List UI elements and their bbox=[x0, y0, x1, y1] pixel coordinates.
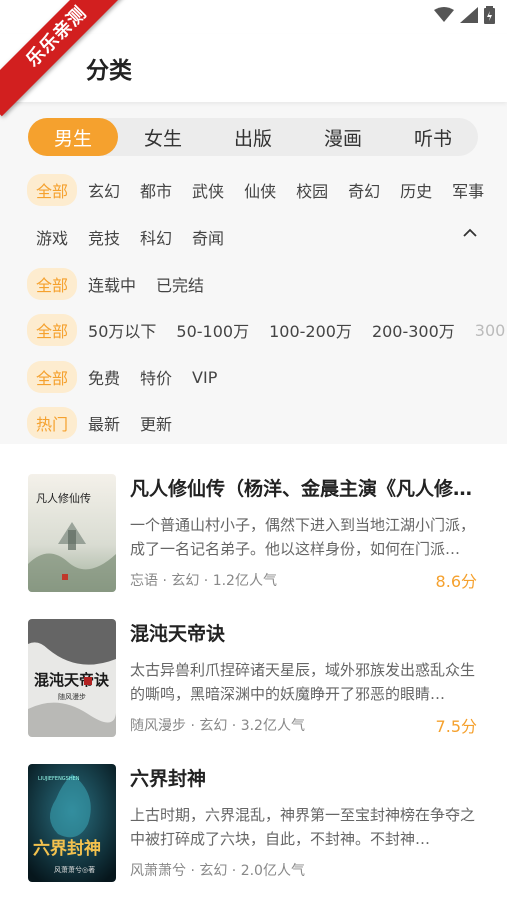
price-chip-all[interactable]: 全部 bbox=[27, 361, 78, 393]
tab-comic[interactable]: 漫画 bbox=[298, 118, 388, 156]
cover-title: 六界封神 bbox=[33, 838, 101, 859]
sort-chip[interactable]: 更新 bbox=[131, 407, 181, 439]
app-bar: 分类 bbox=[0, 34, 507, 102]
book-description: 太古异兽利爪捏碎诸天星辰，域外邪族发出惑乱众生的嘶鸣，黑暗深渊中的妖魔睁开了邪恶… bbox=[130, 661, 475, 703]
genre-chip[interactable]: 奇幻 bbox=[339, 174, 389, 206]
book-description: 上古时期，六界混乱，神界第一至宝封神榜在争夺之中被打碎成了六块，自此，不封神。不… bbox=[130, 806, 475, 848]
genre-chip[interactable]: 玄幻 bbox=[79, 174, 129, 206]
cover-author: 风萧萧兮◎著 bbox=[54, 865, 95, 874]
genre-chip[interactable]: 游戏 bbox=[27, 221, 77, 253]
price-row: 全部 免费 特价 VIP bbox=[27, 361, 228, 393]
signal-icon bbox=[460, 7, 478, 23]
book-cover[interactable]: LIUJIEFENGSHEN 六界封神 风萧萧兮◎著 bbox=[28, 764, 116, 882]
cover-image: 混沌天帝诀 随风漫步 bbox=[28, 619, 116, 737]
genre-chip[interactable]: 武侠 bbox=[183, 174, 233, 206]
book-meta: 随风漫步 · 玄幻 · 3.2亿人气 bbox=[130, 718, 305, 734]
genre-chip[interactable]: 科幻 bbox=[131, 221, 181, 253]
tab-publish[interactable]: 出版 bbox=[208, 118, 298, 156]
genre-chip-all[interactable]: 全部 bbox=[27, 174, 78, 206]
battery-icon bbox=[484, 6, 495, 24]
status-row: 全部 连载中 已完结 bbox=[27, 268, 215, 300]
genre-chip[interactable]: 历史 bbox=[391, 174, 441, 206]
book-item[interactable]: LIUJIEFENGSHEN 六界封神 风萧萧兮◎著 六界封神 上古时期，六界混… bbox=[0, 746, 507, 891]
book-description: 一个普通山村小子，偶然下进入到当地江湖小门派，成了一名记名弟子。他以这样身份，如… bbox=[130, 516, 475, 558]
tab-audio[interactable]: 听书 bbox=[388, 118, 478, 156]
price-chip[interactable]: VIP bbox=[183, 364, 226, 391]
filter-panel: 男生 女生 出版 漫画 听书 全部 玄幻 都市 武侠 仙侠 校园 奇幻 历史 军… bbox=[0, 102, 507, 444]
book-item[interactable]: 凡人修仙传 凡人修仙传（杨洋、金晨主演《凡人修仙传》原著） 一个普通山村小子，偶… bbox=[0, 456, 507, 601]
genre-chip[interactable]: 校园 bbox=[287, 174, 337, 206]
status-chip-all[interactable]: 全部 bbox=[27, 268, 78, 300]
gender-tabs: 男生 女生 出版 漫画 听书 bbox=[28, 118, 478, 156]
cover-author: 随风漫步 bbox=[58, 692, 86, 701]
sort-row: 热门 最新 更新 bbox=[27, 407, 183, 439]
book-list: 凡人修仙传 凡人修仙传（杨洋、金晨主演《凡人修仙传》原著） 一个普通山村小子，偶… bbox=[0, 456, 507, 891]
words-chip[interactable]: 100-200万 bbox=[260, 314, 361, 346]
genre-chip[interactable]: 竞技 bbox=[79, 221, 129, 253]
cover-image: LIUJIEFENGSHEN 六界封神 风萧萧兮◎著 bbox=[28, 764, 116, 882]
cover-en-title: LIUJIEFENGSHEN bbox=[38, 776, 80, 782]
book-meta: 风萧萧兮 · 玄幻 · 2.0亿人气 bbox=[130, 863, 305, 879]
genre-chip[interactable]: 仙侠 bbox=[235, 174, 285, 206]
words-chip[interactable]: 50万以下 bbox=[79, 314, 165, 346]
sort-chip[interactable]: 最新 bbox=[79, 407, 129, 439]
price-chip[interactable]: 免费 bbox=[79, 361, 129, 393]
sort-chip-hot[interactable]: 热门 bbox=[27, 407, 78, 439]
genre-row-2: 游戏 竞技 科幻 奇闻 bbox=[27, 221, 235, 253]
tab-female[interactable]: 女生 bbox=[118, 118, 208, 156]
book-title[interactable]: 混沌天帝诀 bbox=[130, 619, 475, 646]
cover-title: 混沌天帝诀 bbox=[34, 671, 110, 689]
status-chip[interactable]: 已完结 bbox=[147, 268, 213, 300]
book-score: 8.6分 bbox=[435, 572, 477, 591]
book-cover[interactable]: 混沌天帝诀 随风漫步 bbox=[28, 619, 116, 737]
book-meta: 忘语 · 玄幻 · 1.2亿人气 bbox=[130, 573, 277, 589]
words-chip[interactable]: 200-300万 bbox=[363, 314, 464, 346]
words-chip-all[interactable]: 全部 bbox=[27, 314, 78, 346]
words-chip[interactable]: 50-100万 bbox=[167, 314, 258, 346]
book-item[interactable]: 混沌天帝诀 随风漫步 混沌天帝诀 太古异兽利爪捏碎诸天星辰，域外邪族发出惑乱众生… bbox=[0, 601, 507, 746]
wifi-icon bbox=[434, 7, 454, 22]
status-icons bbox=[434, 6, 495, 24]
chevron-up-icon[interactable] bbox=[463, 226, 477, 240]
wordcount-row: 全部 50万以下 50-100万 100-200万 200-300万 300 bbox=[27, 314, 507, 346]
genre-chip[interactable]: 奇闻 bbox=[183, 221, 233, 253]
cover-image: 凡人修仙传 bbox=[28, 474, 116, 592]
book-score: 7.5分 bbox=[435, 717, 477, 736]
book-title[interactable]: 凡人修仙传（杨洋、金晨主演《凡人修仙传》原著） bbox=[130, 474, 475, 501]
price-chip[interactable]: 特价 bbox=[131, 361, 181, 393]
cover-title: 凡人修仙传 bbox=[36, 491, 91, 505]
words-chip[interactable]: 300 bbox=[466, 317, 507, 344]
page-title: 分类 bbox=[86, 58, 132, 84]
book-title[interactable]: 六界封神 bbox=[130, 764, 475, 791]
genre-chip[interactable]: 军事 bbox=[443, 174, 493, 206]
book-cover[interactable]: 凡人修仙传 bbox=[28, 474, 116, 592]
status-chip[interactable]: 连载中 bbox=[79, 268, 145, 300]
tab-male[interactable]: 男生 bbox=[28, 118, 118, 156]
genre-row-1: 全部 玄幻 都市 武侠 仙侠 校园 奇幻 历史 军事 bbox=[27, 174, 495, 206]
genre-chip[interactable]: 都市 bbox=[131, 174, 181, 206]
